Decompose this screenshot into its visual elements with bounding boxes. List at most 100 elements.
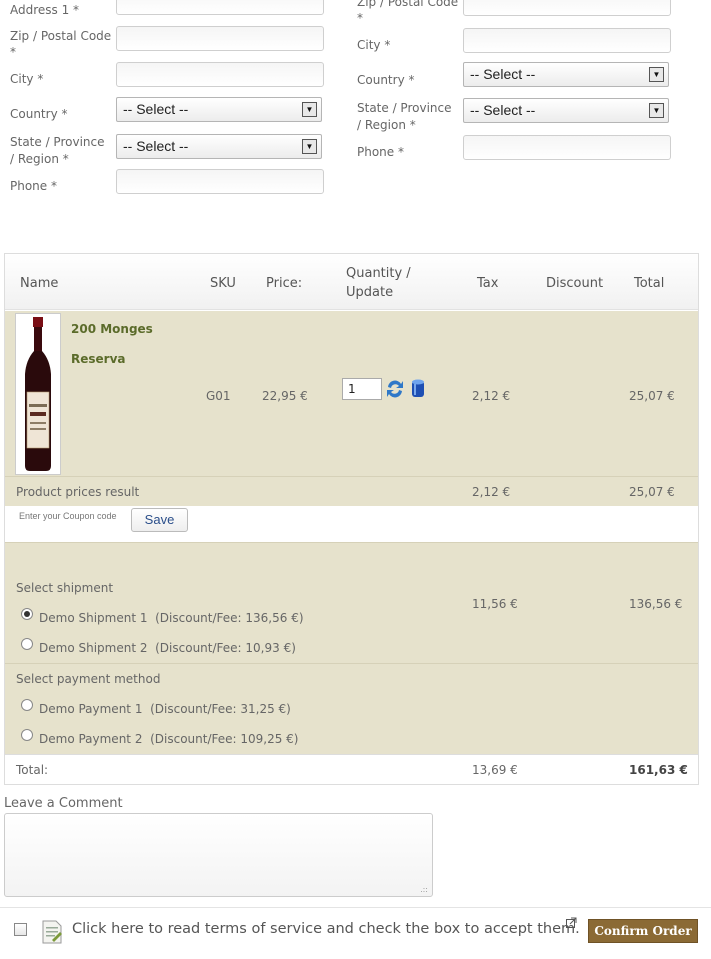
confirm-order-button[interactable]: Confirm Order	[588, 919, 698, 943]
product-image[interactable]	[15, 313, 61, 475]
city-label: City *	[10, 72, 44, 86]
total-label: Total:	[16, 763, 49, 777]
totals-row: Total: 13,69 € 161,63 €	[5, 754, 698, 784]
shipment-1-radio[interactable]	[21, 608, 33, 620]
col-sku: SKU	[210, 276, 236, 291]
col-quantity-line2: Update	[346, 285, 394, 300]
comment-textarea[interactable]: .::	[4, 813, 433, 897]
prices-result-total: 25,07 €	[629, 485, 675, 499]
chevron-down-icon: ▼	[649, 67, 664, 82]
ship-country-select-value: -- Select --	[470, 66, 536, 82]
payment-2-name: Demo Payment 2	[39, 732, 143, 746]
ship-state-select-value: -- Select --	[470, 102, 536, 118]
shipment-2-fee: (Discount/Fee: 10,93 €)	[155, 641, 296, 655]
shipment-label: Select shipment	[16, 581, 114, 595]
state-select[interactable]: -- Select -- ▼	[116, 134, 322, 159]
product-name-line2[interactable]: Reserva	[71, 352, 126, 366]
country-select-value: -- Select --	[123, 101, 189, 117]
ship-zip-input[interactable]	[463, 0, 671, 16]
chevron-down-icon: ▼	[302, 102, 317, 117]
payment-1-fee: (Discount/Fee: 31,25 €)	[150, 702, 291, 716]
shipment-2-option[interactable]: Demo Shipment 2 (Discount/Fee: 10,93 €)	[39, 641, 296, 655]
document-icon	[40, 919, 64, 949]
shipment-1-fee: (Discount/Fee: 136,56 €)	[155, 611, 304, 625]
payment-1-option[interactable]: Demo Payment 1 (Discount/Fee: 31,25 €)	[39, 702, 291, 716]
payment-2-option[interactable]: Demo Payment 2 (Discount/Fee: 109,25 €)	[39, 732, 299, 746]
payment-row: Select payment method Demo Payment 1 (Di…	[5, 663, 698, 754]
ship-city-label: City *	[357, 38, 391, 52]
country-select[interactable]: -- Select -- ▼	[116, 97, 322, 122]
comment-label: Leave a Comment	[4, 796, 123, 811]
zip-label: Zip / Postal Code	[10, 29, 112, 43]
address1-label: Address 1 *	[10, 3, 80, 17]
coupon-label: Enter your Coupon code	[19, 511, 117, 521]
ship-phone-input[interactable]	[463, 135, 671, 160]
prices-result-tax: 2,12 €	[472, 485, 511, 499]
payment-1-name: Demo Payment 1	[39, 702, 143, 716]
zip-input[interactable]	[116, 26, 324, 51]
col-quantity-line1: Quantity /	[346, 266, 411, 281]
col-quantity: Quantity / Update	[346, 264, 411, 302]
coupon-row: Enter your Coupon code Save	[5, 506, 698, 542]
ship-city-input[interactable]	[463, 28, 671, 53]
col-price: Price:	[266, 276, 303, 291]
chevron-down-icon: ▼	[302, 139, 317, 154]
ship-state-label: State / Province / Region *	[357, 100, 452, 134]
state-select-value: -- Select --	[123, 138, 189, 154]
shipment-total: 136,56 €	[629, 597, 683, 611]
ship-zip-label: Zip / Postal Code	[357, 0, 459, 9]
grand-total: 161,63 €	[629, 763, 688, 777]
state-label-line2: / Region *	[10, 152, 69, 166]
delete-icon[interactable]	[410, 378, 426, 402]
prices-result-row: Product prices result 2,12 € 25,07 €	[5, 476, 698, 506]
ship-zip-label-star: *	[357, 11, 363, 25]
external-link-icon	[566, 917, 577, 931]
shipment-1-name: Demo Shipment 1	[39, 611, 148, 625]
ship-phone-label: Phone *	[357, 145, 404, 159]
product-price: 22,95 €	[262, 389, 308, 403]
ship-state-label-line1: State / Province	[357, 101, 452, 115]
product-total: 25,07 €	[629, 389, 675, 403]
state-label: State / Province / Region *	[10, 134, 105, 168]
ship-country-select[interactable]: -- Select -- ▼	[463, 62, 669, 87]
phone-input[interactable]	[116, 169, 324, 194]
phone-label: Phone *	[10, 179, 57, 193]
product-sku: G01	[206, 389, 231, 403]
wine-bottle-icon	[25, 317, 51, 471]
country-label: Country *	[10, 107, 68, 121]
ship-country-label: Country *	[357, 73, 415, 87]
cart-header: Name SKU Price: Quantity / Update Tax Di…	[5, 254, 698, 310]
coupon-save-button[interactable]: Save	[131, 508, 188, 532]
payment-label: Select payment method	[16, 672, 161, 686]
chevron-down-icon: ▼	[649, 103, 664, 118]
product-name-line1[interactable]: 200 Monges	[71, 322, 153, 336]
shipment-row: Select shipment Demo Shipment 1 (Discoun…	[5, 542, 698, 663]
ship-state-select[interactable]: -- Select -- ▼	[463, 98, 669, 123]
state-label-line1: State / Province	[10, 135, 105, 149]
ship-state-label-line2: / Region *	[357, 118, 416, 132]
shipment-1-option[interactable]: Demo Shipment 1 (Discount/Fee: 136,56 €)	[39, 611, 304, 625]
zip-label-star: *	[10, 45, 16, 59]
prices-result-label: Product prices result	[16, 485, 140, 499]
city-input[interactable]	[116, 62, 324, 87]
total-tax: 13,69 €	[472, 763, 518, 777]
shipment-2-radio[interactable]	[21, 638, 33, 650]
tos-checkbox[interactable]	[14, 923, 27, 936]
cart-table: Name SKU Price: Quantity / Update Tax Di…	[4, 253, 699, 785]
shipment-tax: 11,56 €	[472, 597, 518, 611]
resize-handle-icon[interactable]: .::	[420, 885, 428, 894]
product-tax: 2,12 €	[472, 389, 511, 403]
col-discount: Discount	[546, 276, 604, 291]
refresh-icon[interactable]	[385, 378, 405, 404]
payment-2-radio[interactable]	[21, 729, 33, 741]
col-tax: Tax	[477, 276, 499, 291]
tos-link[interactable]: Click here to read terms of service and …	[72, 921, 580, 937]
payment-2-fee: (Discount/Fee: 109,25 €)	[150, 732, 299, 746]
table-row: 200 Monges Reserva G01 22,95 € 1 2,12 € …	[5, 311, 698, 476]
col-total: Total	[634, 276, 665, 291]
shipment-2-name: Demo Shipment 2	[39, 641, 148, 655]
address1-input[interactable]	[116, 0, 324, 15]
col-name: Name	[20, 276, 59, 291]
payment-1-radio[interactable]	[21, 699, 33, 711]
quantity-input[interactable]: 1	[342, 378, 382, 400]
